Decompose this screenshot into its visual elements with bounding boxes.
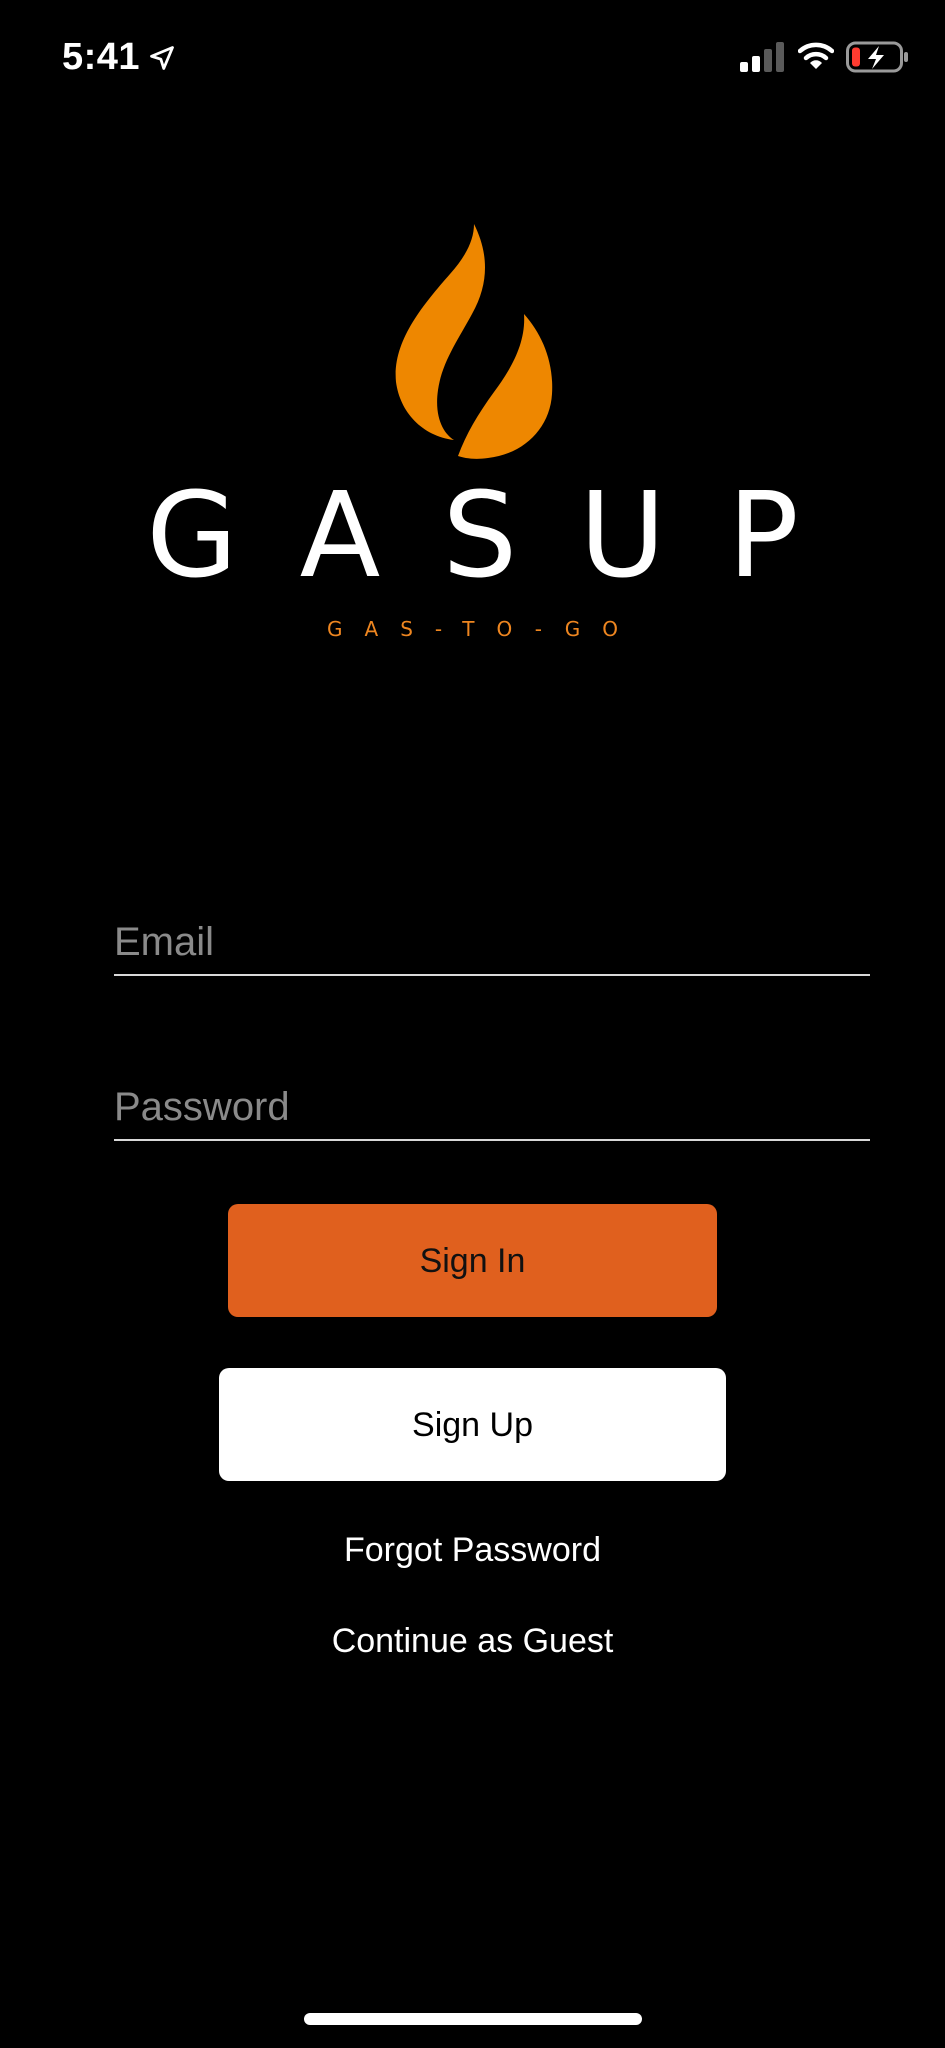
status-time: 5:41 [62, 36, 141, 78]
forgot-password-link[interactable]: Forgot Password [0, 1528, 945, 1572]
email-field[interactable] [114, 910, 870, 976]
password-field[interactable] [114, 1075, 870, 1141]
logo-tagline: GAS-TO-GO [327, 617, 640, 641]
flame-icon [395, 224, 553, 459]
home-indicator[interactable] [304, 2013, 642, 2025]
logo-wordmark: GASUP [146, 466, 861, 604]
sign-in-button[interactable]: Sign In [228, 1204, 717, 1317]
status-bar: 5:41 [0, 0, 945, 110]
sign-up-button[interactable]: Sign Up [219, 1368, 726, 1481]
continue-as-guest-link[interactable]: Continue as Guest [0, 1619, 945, 1663]
cellular-signal-icon [740, 42, 784, 72]
battery-charging-icon [846, 41, 908, 73]
wifi-icon [798, 42, 834, 69]
location-arrow-icon [150, 46, 174, 70]
